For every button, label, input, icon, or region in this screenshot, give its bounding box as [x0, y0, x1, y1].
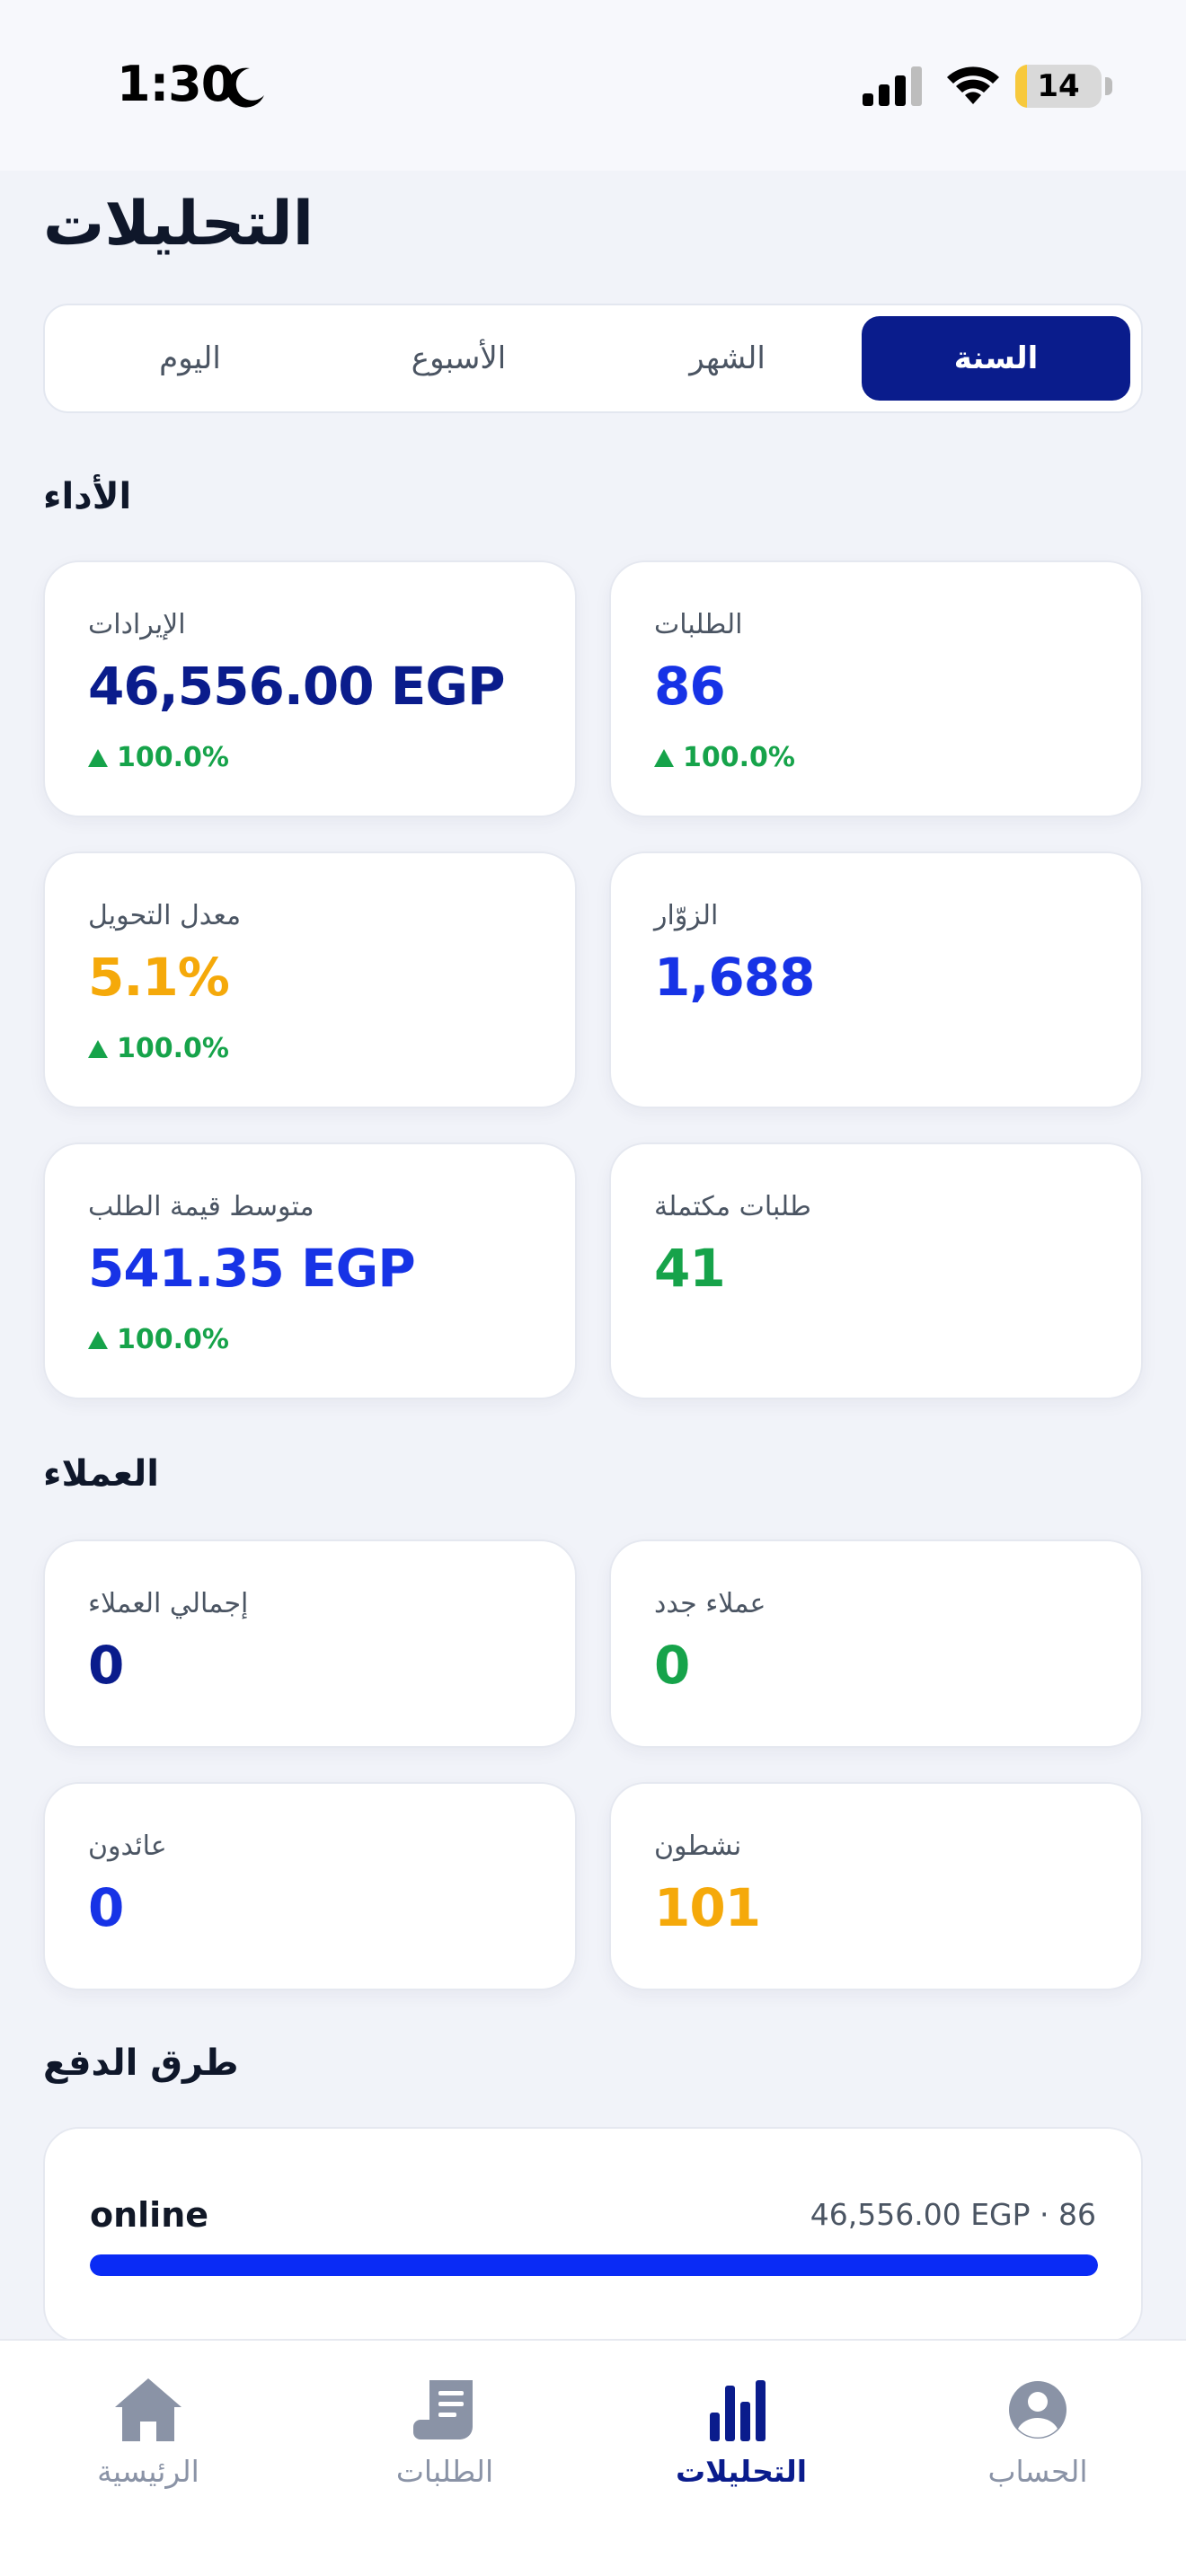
change-indicator: 100.0% [88, 1324, 229, 1355]
change-value: 100.0% [683, 742, 795, 773]
segment-day[interactable]: اليوم [56, 316, 324, 401]
payment-share-bar [90, 2254, 1098, 2276]
status-bar: 1:30 14 [0, 0, 1186, 171]
trend-up-icon [88, 748, 108, 767]
account-icon [1009, 2381, 1067, 2439]
orders-card[interactable]: الطلبات 86 100.0% [609, 560, 1143, 817]
returning-customers-card[interactable]: عائدون 0 [43, 1782, 577, 1990]
section-title-customers: العملاء [43, 1453, 159, 1495]
card-value: 41 [654, 1238, 726, 1299]
tab-orders[interactable]: الطلبات [296, 2341, 593, 2576]
home-icon [115, 2378, 181, 2441]
tab-label: الحساب [987, 2454, 1088, 2489]
card-label: الطلبات [654, 609, 743, 640]
battery-text: 14 [1037, 68, 1080, 104]
total-customers-card[interactable]: إجمالي العملاء 0 [43, 1539, 577, 1748]
segment-year[interactable]: السنة [862, 316, 1130, 401]
new-customers-card[interactable]: عملاء جدد 0 [609, 1539, 1143, 1748]
completed-orders-card[interactable]: طلبات مكتملة 41 [609, 1142, 1143, 1399]
period-segmented-control: السنة الشهر الأسبوع اليوم [43, 304, 1143, 413]
visitors-card[interactable]: الزوّار 1,688 [609, 851, 1143, 1108]
change-indicator: 100.0% [88, 1033, 229, 1064]
change-value: 100.0% [117, 1324, 229, 1355]
card-value: 0 [654, 1635, 690, 1696]
card-label: نشطون [654, 1831, 742, 1862]
trend-up-icon [654, 748, 674, 767]
payment-share-fill [90, 2254, 1098, 2276]
card-label: الزوّار [654, 900, 719, 931]
segment-month[interactable]: الشهر [593, 316, 862, 401]
signal-icon [863, 66, 922, 106]
card-value: 0 [88, 1877, 124, 1938]
page-title: التحليلات [43, 189, 314, 260]
revenue-card[interactable]: الإيرادات 46,556.00 EGP 100.0% [43, 560, 577, 817]
wifi-icon [947, 66, 999, 104]
avg-order-value-card[interactable]: متوسط قيمة الطلب 541.35 EGP 100.0% [43, 1142, 577, 1399]
payment-method-name: online [90, 2195, 209, 2235]
card-value: 5.1% [88, 947, 230, 1008]
battery-cap [1105, 77, 1112, 95]
change-indicator: 100.0% [654, 742, 795, 773]
moon-icon [226, 67, 264, 108]
trend-up-icon [88, 1039, 108, 1058]
card-value: 101 [654, 1877, 761, 1938]
tab-label: الرئيسية [97, 2454, 199, 2489]
payment-method-meta: 46,556.00 EGP · 86 [810, 2197, 1096, 2232]
card-label: متوسط قيمة الطلب [88, 1191, 314, 1222]
change-indicator: 100.0% [88, 742, 229, 773]
trend-up-icon [88, 1330, 108, 1349]
segment-week[interactable]: الأسبوع [324, 316, 593, 401]
card-label: معدل التحويل [88, 900, 242, 931]
card-value: 1,688 [654, 947, 815, 1008]
orders-icon [413, 2380, 473, 2439]
card-value: 46,556.00 EGP [88, 656, 505, 717]
tab-label: الطلبات [395, 2454, 494, 2489]
status-time: 1:30 [117, 56, 235, 112]
card-value: 541.35 EGP [88, 1238, 416, 1299]
section-title-payment-methods: طرق الدفع [43, 2042, 239, 2084]
change-value: 100.0% [117, 742, 229, 773]
card-label: طلبات مكتملة [654, 1191, 811, 1222]
card-label: عائدون [88, 1831, 167, 1862]
card-label: الإيرادات [88, 609, 186, 640]
payment-method-card[interactable]: online 46,556.00 EGP · 86 [43, 2127, 1143, 2342]
card-label: عملاء جدد [654, 1588, 766, 1619]
card-value: 86 [654, 656, 726, 717]
conversion-card[interactable]: معدل التحويل 5.1% 100.0% [43, 851, 577, 1108]
active-customers-card[interactable]: نشطون 101 [609, 1782, 1143, 1990]
change-value: 100.0% [117, 1033, 229, 1064]
card-value: 0 [88, 1635, 124, 1696]
battery-indicator: 14 [1015, 65, 1102, 108]
section-title-performance: الأداء [43, 476, 132, 517]
tab-analytics[interactable]: التحليلات [593, 2341, 890, 2576]
analytics-icon [710, 2380, 766, 2441]
tab-account[interactable]: الحساب [890, 2341, 1186, 2576]
tab-label: التحليلات [675, 2454, 808, 2489]
bottom-tab-bar: الحساب التحليلات الطلبات الرئيسية [0, 2339, 1186, 2576]
tab-home[interactable]: الرئيسية [0, 2341, 296, 2576]
card-label: إجمالي العملاء [88, 1588, 249, 1619]
